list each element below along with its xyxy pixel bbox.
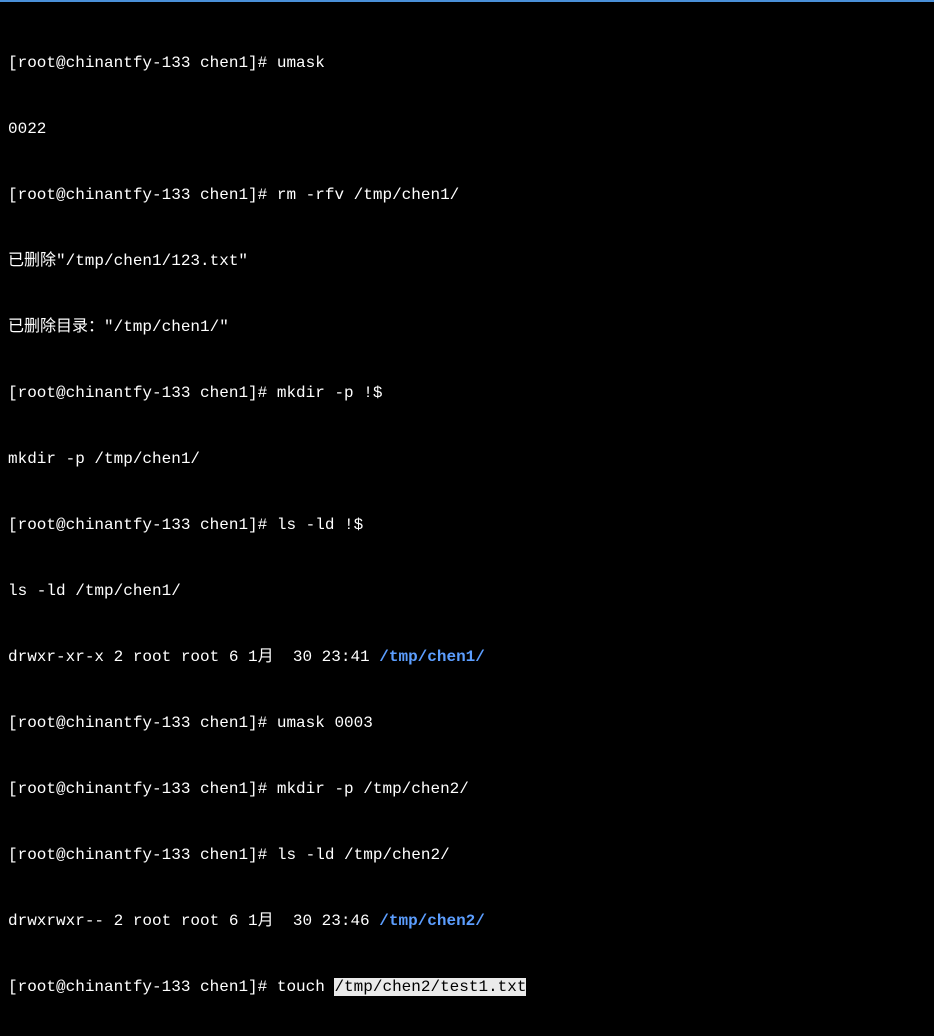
terminal-line: [root@chinantfy-133 chen1]# touch /tmp/c… [8,976,926,998]
selected-text: /tmp/chen2/test1.txt [334,978,526,996]
shell-prompt: [root@chinantfy-133 chen1]# [8,714,277,732]
directory-path: /tmp/chen1/ [379,648,485,666]
shell-prompt: [root@chinantfy-133 chen1]# [8,54,277,72]
command-text: rm -rfv /tmp/chen1/ [277,186,459,204]
command-text: umask 0003 [277,714,373,732]
shell-prompt: [root@chinantfy-133 chen1]# [8,384,277,402]
terminal-output: mkdir -p /tmp/chen1/ [8,448,926,470]
command-text: mkdir -p !$ [277,384,383,402]
terminal-line: [root@chinantfy-133 chen1]# umask 0003 [8,712,926,734]
terminal-output: drwxr-xr-x 2 root root 6 1月 30 23:41 /tm… [8,646,926,668]
command-text: mkdir -p /tmp/chen2/ [277,780,469,798]
command-text: touch [277,978,335,996]
shell-prompt: [root@chinantfy-133 chen1]# [8,846,277,864]
terminal-output: ls -ld /tmp/chen1/ [8,580,926,602]
terminal-line: [root@chinantfy-133 chen1]# ls -ld /tmp/… [8,844,926,866]
terminal-output: 已删除目录："/tmp/chen1/" [8,316,926,338]
terminal-line: [root@chinantfy-133 chen1]# mkdir -p /tm… [8,778,926,800]
command-text: ls -ld !$ [277,516,363,534]
ls-output-perms: drwxrwxr-- 2 root root 6 1月 30 23:46 [8,912,379,930]
terminal-line: [root@chinantfy-133 chen1]# umask [8,52,926,74]
terminal-line: [root@chinantfy-133 chen1]# ls -ld !$ [8,514,926,536]
terminal-output: 0022 [8,118,926,140]
terminal-window[interactable]: [root@chinantfy-133 chen1]# umask 0022 [… [0,2,934,1036]
terminal-output: drwxrwxr-- 2 root root 6 1月 30 23:46 /tm… [8,910,926,932]
shell-prompt: [root@chinantfy-133 chen1]# [8,516,277,534]
terminal-line: [root@chinantfy-133 chen1]# rm -rfv /tmp… [8,184,926,206]
shell-prompt: [root@chinantfy-133 chen1]# [8,780,277,798]
shell-prompt: [root@chinantfy-133 chen1]# [8,978,277,996]
shell-prompt: [root@chinantfy-133 chen1]# [8,186,277,204]
ls-output-perms: drwxr-xr-x 2 root root 6 1月 30 23:41 [8,648,379,666]
command-text: ls -ld /tmp/chen2/ [277,846,450,864]
directory-path: /tmp/chen2/ [379,912,485,930]
terminal-output: 已删除"/tmp/chen1/123.txt" [8,250,926,272]
command-text: umask [277,54,325,72]
terminal-line: [root@chinantfy-133 chen1]# mkdir -p !$ [8,382,926,404]
